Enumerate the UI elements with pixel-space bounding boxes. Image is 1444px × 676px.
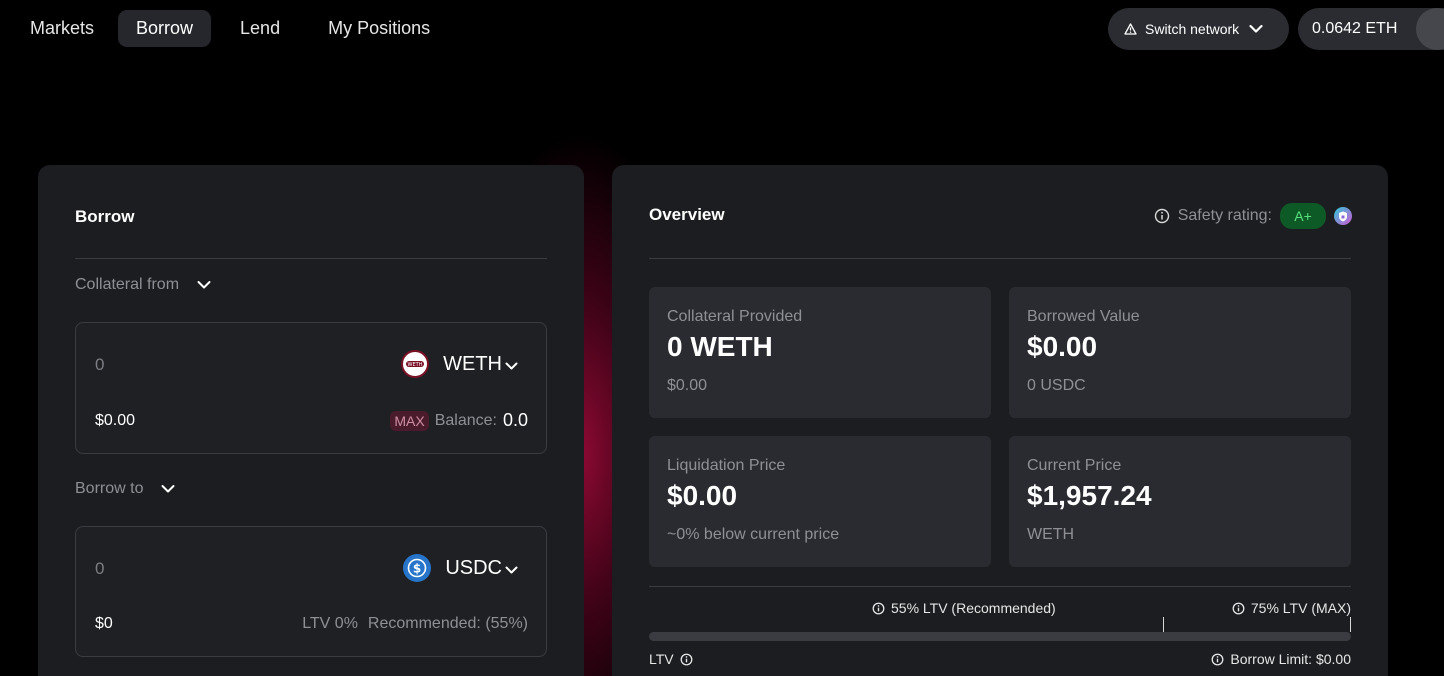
ltv-max-text: 75% LTV (MAX): [1250, 600, 1351, 616]
collateral-token-label: WETH: [443, 352, 502, 375]
borrow-title: Borrow: [75, 207, 135, 226]
usdc-icon: $: [403, 554, 432, 582]
ltv-max-tick: [1350, 617, 1351, 632]
card-sub: 0 USDC: [1027, 377, 1086, 394]
card-value: $1,957.24: [1027, 480, 1152, 511]
balance-info: MAX Balance: 0.0: [390, 410, 528, 431]
chevron-down-icon: [197, 280, 211, 290]
borrowed-value-card: Borrowed Value $0.00 0 USDC: [1009, 287, 1351, 418]
svg-text:WETH: WETH: [408, 362, 423, 368]
info-icon[interactable]: [680, 653, 693, 666]
card-label: Liquidation Price: [667, 457, 786, 474]
ltv-label-text: LTV: [649, 651, 674, 667]
balance-value: 0.0: [502, 410, 528, 430]
safety-grade-badge: A+: [1280, 203, 1326, 229]
warning-icon: [1124, 23, 1137, 35]
overview-title: Overview: [649, 205, 725, 224]
borrow-usd-value: $0: [95, 615, 113, 632]
balance-label: Balance:: [434, 411, 497, 429]
card-label: Collateral Provided: [667, 308, 803, 325]
collateral-token-select[interactable]: WETH WETH: [401, 350, 502, 378]
ltv-recommended-tick: [1163, 617, 1164, 632]
card-value: 0 WETH: [667, 331, 773, 362]
divider: [649, 586, 1351, 587]
borrow-limit-text: Borrow Limit: $0.00: [1230, 651, 1351, 667]
ltv-progress-bar: [649, 632, 1351, 641]
liquidation-price-card: Liquidation Price $0.00 ~0% below curren…: [649, 436, 991, 567]
chevron-down-icon: [1249, 24, 1263, 34]
borrow-panel: Borrow Collateral from 0 WETH WETH $0.00…: [38, 165, 584, 676]
nav-my-positions[interactable]: My Positions: [304, 10, 448, 47]
info-icon[interactable]: [872, 602, 885, 615]
max-button[interactable]: MAX: [390, 410, 429, 431]
ltv-recommended-marker-label: 55% LTV (Recommended): [872, 600, 1056, 616]
borrow-amount-input[interactable]: 0: [95, 559, 104, 579]
nav-lend[interactable]: Lend: [217, 10, 298, 47]
info-icon[interactable]: [1154, 208, 1170, 224]
chevron-down-icon: [161, 484, 175, 494]
wallet-button[interactable]: 0.0642 ETH: [1298, 8, 1444, 50]
card-value: $0.00: [1027, 331, 1098, 362]
shield-icon[interactable]: [1334, 207, 1352, 225]
ltv-info: LTV 0% Recommended: (55%): [302, 615, 528, 633]
nav-borrow[interactable]: Borrow: [118, 10, 212, 47]
card-sub: WETH: [1027, 526, 1075, 543]
borrow-to-label: Borrow to: [75, 480, 144, 497]
chevron-down-icon[interactable]: [505, 358, 518, 376]
main-nav: Markets Borrow Lend My Positions: [12, 10, 448, 47]
card-sub: ~0% below current price: [667, 526, 840, 543]
info-icon[interactable]: [1232, 602, 1245, 615]
avatar[interactable]: [1416, 8, 1444, 50]
info-icon[interactable]: [1211, 653, 1224, 666]
ltv-recommended-text: 55% LTV (Recommended): [891, 600, 1056, 616]
ltv-footer-label: LTV: [649, 651, 693, 667]
borrow-limit: Borrow Limit: $0.00: [1211, 651, 1351, 667]
ltv-text: LTV 0%: [302, 615, 358, 632]
collateral-amount-input[interactable]: 0: [95, 355, 104, 375]
ltv-max-marker-label: 75% LTV (MAX): [1232, 600, 1351, 616]
card-value: $0.00: [667, 480, 738, 511]
card-label: Borrowed Value: [1027, 308, 1140, 325]
borrow-input-box: 0 $ USDC $0 LTV 0% Recommended: (55%): [75, 526, 547, 657]
nav-markets[interactable]: Markets: [12, 10, 112, 47]
current-price-card: Current Price $1,957.24 WETH: [1009, 436, 1351, 567]
collateral-usd-value: $0.00: [95, 412, 136, 429]
switch-network-label: Switch network: [1145, 21, 1240, 37]
borrow-to-select[interactable]: Borrow to: [75, 480, 175, 498]
chevron-down-icon[interactable]: [505, 562, 518, 580]
card-label: Current Price: [1027, 457, 1122, 474]
svg-text:$: $: [413, 562, 421, 576]
collateral-input-box: 0 WETH WETH $0.00 MAX Balance: 0.0: [75, 322, 547, 454]
safety-label: Safety rating:: [1177, 207, 1272, 224]
overview-panel: Overview Safety rating: A+ Collateral Pr…: [612, 165, 1388, 676]
borrow-token-select[interactable]: $ USDC: [403, 554, 502, 582]
safety-rating: Safety rating: A+: [1154, 203, 1352, 229]
collateral-provided-card: Collateral Provided 0 WETH $0.00: [649, 287, 991, 418]
weth-icon: WETH: [401, 350, 430, 378]
switch-network-button[interactable]: Switch network: [1108, 8, 1289, 50]
divider: [75, 258, 547, 259]
collateral-from-label: Collateral from: [75, 276, 180, 293]
collateral-from-select[interactable]: Collateral from: [75, 276, 211, 294]
divider: [649, 258, 1351, 259]
card-sub: $0.00: [667, 377, 708, 394]
borrow-token-label: USDC: [445, 556, 502, 579]
wallet-balance: 0.0642 ETH: [1312, 20, 1398, 37]
recommended-text: Recommended: (55%): [367, 615, 528, 632]
